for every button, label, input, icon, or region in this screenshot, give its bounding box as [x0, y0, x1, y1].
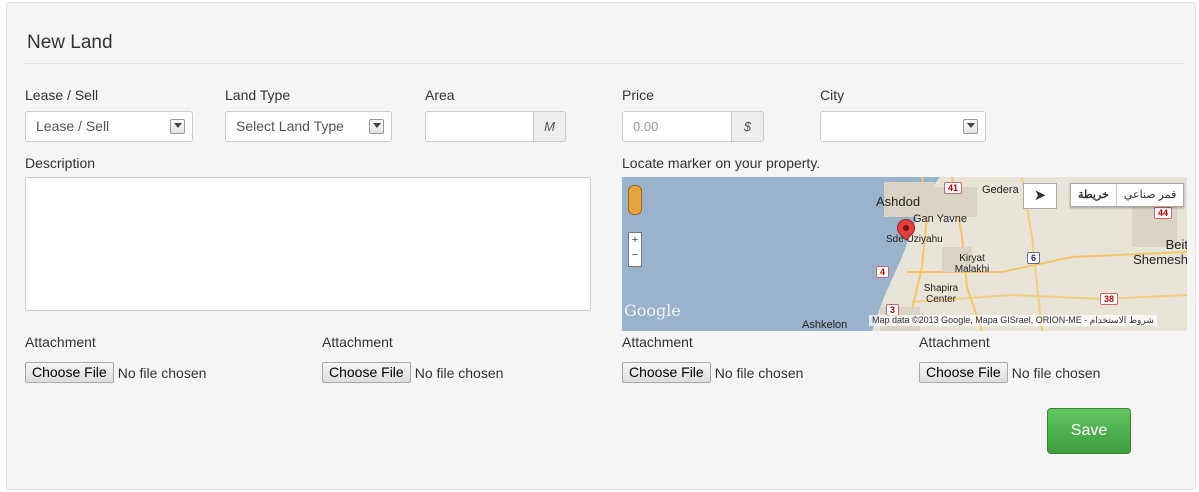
- city-label: City: [820, 87, 845, 103]
- attachment-label: Attachment: [622, 334, 693, 350]
- area-unit: M: [534, 111, 566, 142]
- land-type-select[interactable]: Select Land Type: [225, 111, 392, 142]
- attachment-label: Attachment: [322, 334, 393, 350]
- attachment-file-input: Choose File No file chosen: [622, 362, 803, 383]
- price-input[interactable]: 0.00: [622, 111, 732, 142]
- map-place-ashdod: Ashdod: [876, 194, 921, 209]
- map-place-gedera: Gedera: [982, 184, 1019, 196]
- map-attribution: Map data ©2013 Google, Mapa GISrael, ORI…: [869, 315, 1157, 326]
- title-divider: [25, 63, 1185, 64]
- file-status: No file chosen: [117, 364, 207, 381]
- area-input-group: M: [425, 111, 566, 142]
- chevron-down-icon: [170, 119, 185, 134]
- file-status: No file chosen: [1011, 364, 1101, 381]
- land-type-value: Select Land Type: [236, 118, 344, 134]
- map-place-shapira-center: Shapira Center: [923, 283, 959, 305]
- lease-sell-value: Lease / Sell: [36, 118, 110, 134]
- chevron-down-icon: [963, 119, 978, 134]
- lease-sell-select[interactable]: Lease / Sell: [25, 111, 193, 142]
- map-place-beit-shemesh: Beit Shemesh: [1133, 237, 1187, 267]
- map-type-satellite[interactable]: قمر صناعي: [1117, 184, 1184, 206]
- location-map[interactable]: + − Ashdod Gedera Gan Yavne Sde Uziyahu …: [622, 177, 1187, 331]
- map-type-toggle: خريطة قمر صناعي: [1070, 183, 1185, 207]
- street-view-pegman-icon[interactable]: [628, 185, 642, 215]
- map-place-gan-yavne: Gan Yavne: [913, 213, 968, 225]
- choose-file-button[interactable]: Choose File: [25, 362, 114, 383]
- attachment-label: Attachment: [919, 334, 990, 350]
- city-select[interactable]: [820, 111, 986, 142]
- map-label: Locate marker on your property.: [622, 155, 821, 171]
- lease-sell-label: Lease / Sell: [25, 87, 99, 103]
- zoom-control[interactable]: + −: [628, 232, 642, 267]
- attachment-file-input: Choose File No file chosen: [919, 362, 1100, 383]
- choose-file-button[interactable]: Choose File: [322, 362, 411, 383]
- my-location-icon[interactable]: ➤: [1023, 183, 1057, 209]
- attachment-label: Attachment: [25, 334, 96, 350]
- chevron-down-icon: [369, 119, 384, 134]
- choose-file-button[interactable]: Choose File: [622, 362, 711, 383]
- land-type-label: Land Type: [225, 87, 291, 103]
- map-type-map[interactable]: خريطة: [1071, 184, 1117, 206]
- map-place-ashkelon: Ashkelon: [802, 319, 848, 331]
- price-label: Price: [622, 87, 654, 103]
- area-label: Area: [425, 87, 455, 103]
- file-status: No file chosen: [714, 364, 804, 381]
- map-place-kiryat-malakhi: Kiryat Malakhi: [954, 253, 990, 275]
- choose-file-button[interactable]: Choose File: [919, 362, 1008, 383]
- attachment-file-input: Choose File No file chosen: [25, 362, 206, 383]
- page-title: New Land: [27, 32, 113, 53]
- description-label: Description: [25, 155, 96, 171]
- road-shield: 38: [1100, 293, 1119, 305]
- price-input-group: 0.00 $: [622, 111, 764, 142]
- zoom-in-icon[interactable]: +: [629, 233, 641, 248]
- zoom-out-icon[interactable]: −: [629, 248, 641, 263]
- map-place-sde-uziyahu: Sde Uziyahu: [886, 234, 943, 245]
- road-shield: 41: [944, 182, 963, 194]
- google-logo: Google: [624, 301, 681, 320]
- road-shield: 6: [1027, 252, 1041, 264]
- area-input[interactable]: [425, 111, 534, 142]
- road-shield: 44: [1154, 207, 1173, 219]
- description-textarea[interactable]: [25, 177, 591, 311]
- price-unit: $: [732, 111, 764, 142]
- file-status: No file chosen: [414, 364, 504, 381]
- attachment-file-input: Choose File No file chosen: [322, 362, 503, 383]
- road-shield: 4: [876, 266, 890, 278]
- save-button[interactable]: Save: [1047, 408, 1131, 454]
